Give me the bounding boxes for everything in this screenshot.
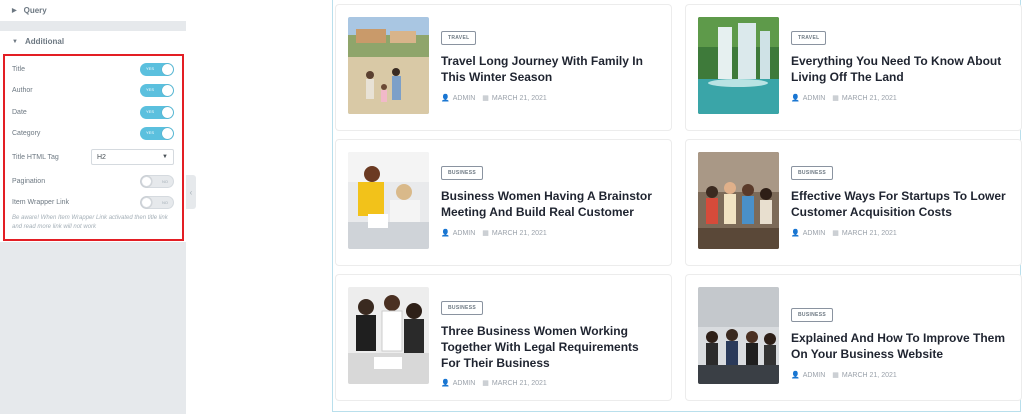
category-badge[interactable]: TRAVEL <box>791 31 827 45</box>
post-card[interactable]: TRAVEL Travel Long Journey With Family I… <box>335 4 672 131</box>
startup-team-photo[interactable] <box>698 152 779 249</box>
post-author[interactable]: ADMIN <box>453 95 476 102</box>
category-badge[interactable]: BUSINESS <box>791 308 833 322</box>
office-team-photo[interactable] <box>698 287 779 384</box>
post-card[interactable]: BUSINESS Effective Ways For Startups To … <box>685 139 1022 266</box>
user-icon: 👤 <box>441 380 450 387</box>
calendar-icon: ▦ <box>482 380 489 387</box>
category-badge[interactable]: TRAVEL <box>441 31 477 45</box>
post-title[interactable]: Effective Ways For Startups To Lower Cus… <box>791 188 1011 220</box>
women-meeting-photo[interactable] <box>348 152 429 249</box>
three-women-photo[interactable] <box>348 287 429 384</box>
user-icon: 👤 <box>791 230 800 237</box>
post-meta: 👤 ADMIN ▦ MARCH 21, 2021 <box>791 94 897 103</box>
user-icon: 👤 <box>441 95 450 102</box>
user-icon: 👤 <box>791 95 800 102</box>
post-card[interactable]: BUSINESS Three Business Women Working To… <box>335 274 672 401</box>
post-title[interactable]: Explained And How To Improve Them On You… <box>791 330 1011 362</box>
post-date[interactable]: MARCH 21, 2021 <box>842 230 897 237</box>
category-badge[interactable]: BUSINESS <box>791 166 833 180</box>
post-title[interactable]: Three Business Women Working Together Wi… <box>441 323 661 371</box>
post-title[interactable]: Business Women Having A Brainstor Meetin… <box>441 188 661 220</box>
calendar-icon: ▦ <box>832 95 839 102</box>
post-meta: 👤 ADMIN ▦ MARCH 21, 2021 <box>441 229 547 238</box>
calendar-icon: ▦ <box>482 230 489 237</box>
post-author[interactable]: ADMIN <box>803 95 826 102</box>
post-title[interactable]: Travel Long Journey With Family In This … <box>441 53 661 85</box>
waterfall-photo[interactable] <box>698 17 779 114</box>
post-title[interactable]: Everything You Need To Know About Living… <box>791 53 1011 85</box>
post-date[interactable]: MARCH 21, 2021 <box>492 380 547 387</box>
calendar-icon: ▦ <box>832 230 839 237</box>
post-author[interactable]: ADMIN <box>453 380 476 387</box>
editor-panel: ▶ Query ▼ Additional Title YES Author YE… <box>0 0 186 414</box>
post-card[interactable]: TRAVEL Everything You Need To Know About… <box>685 4 1022 131</box>
post-card[interactable]: BUSINESS Business Women Having A Brainst… <box>335 139 672 266</box>
post-author[interactable]: ADMIN <box>803 230 826 237</box>
post-date[interactable]: MARCH 21, 2021 <box>492 230 547 237</box>
user-icon: 👤 <box>791 372 800 379</box>
chevron-left-icon: ‹ <box>189 187 193 197</box>
additional-section-header[interactable]: ▼ Additional <box>0 31 186 52</box>
user-icon: 👤 <box>441 230 450 237</box>
post-date[interactable]: MARCH 21, 2021 <box>492 95 547 102</box>
post-meta: 👤 ADMIN ▦ MARCH 21, 2021 <box>791 371 897 380</box>
post-meta: 👤 ADMIN ▦ MARCH 21, 2021 <box>441 379 547 388</box>
additional-section-label: Additional <box>24 37 65 46</box>
query-section-label: Query <box>23 6 47 15</box>
posts-preview: TRAVEL Travel Long Journey With Family I… <box>332 0 1022 412</box>
category-badge[interactable]: BUSINESS <box>441 301 483 315</box>
category-badge[interactable]: BUSINESS <box>441 166 483 180</box>
post-author[interactable]: ADMIN <box>803 372 826 379</box>
post-meta: 👤 ADMIN ▦ MARCH 21, 2021 <box>441 94 547 103</box>
calendar-icon: ▦ <box>482 95 489 102</box>
post-meta: 👤 ADMIN ▦ MARCH 21, 2021 <box>791 229 897 238</box>
calendar-icon: ▦ <box>832 372 839 379</box>
post-card[interactable]: BUSINESS Explained And How To Improve Th… <box>685 274 1022 401</box>
query-section-header[interactable]: ▶ Query <box>0 0 186 21</box>
panel-collapse-handle[interactable]: ‹ <box>186 175 196 209</box>
highlight-box <box>3 54 184 241</box>
post-author[interactable]: ADMIN <box>453 230 476 237</box>
post-date[interactable]: MARCH 21, 2021 <box>842 95 897 102</box>
caret-right-icon: ▶ <box>12 8 17 14</box>
caret-down-icon: ▼ <box>12 38 18 45</box>
post-date[interactable]: MARCH 21, 2021 <box>842 372 897 379</box>
family-beach-photo[interactable] <box>348 17 429 114</box>
